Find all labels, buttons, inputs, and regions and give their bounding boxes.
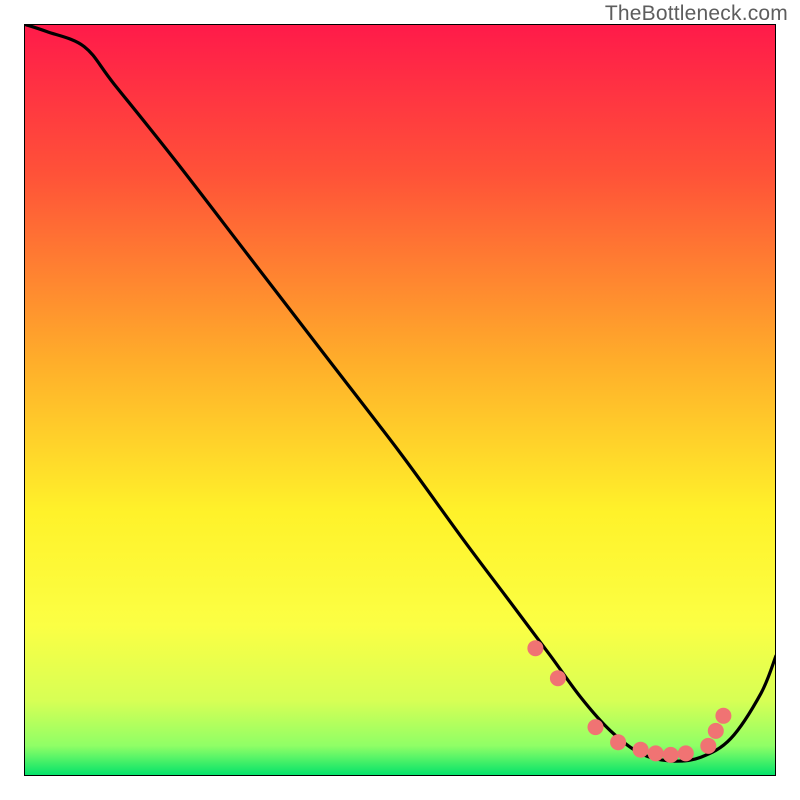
highlight-dot (708, 723, 724, 739)
highlight-dot (550, 670, 566, 686)
watermark-text: TheBottleneck.com (605, 2, 788, 26)
gradient-background (24, 24, 776, 776)
highlight-dot (663, 747, 679, 763)
plot-area (24, 24, 776, 776)
highlight-dot (648, 745, 664, 761)
highlight-dot (610, 734, 626, 750)
chart-frame: TheBottleneck.com (0, 0, 800, 800)
highlight-dot (678, 745, 694, 761)
highlight-dot (588, 719, 604, 735)
plot-svg (24, 24, 776, 776)
highlight-dot (633, 742, 649, 758)
highlight-dot (527, 640, 543, 656)
highlight-dot (715, 708, 731, 724)
highlight-dot (700, 738, 716, 754)
